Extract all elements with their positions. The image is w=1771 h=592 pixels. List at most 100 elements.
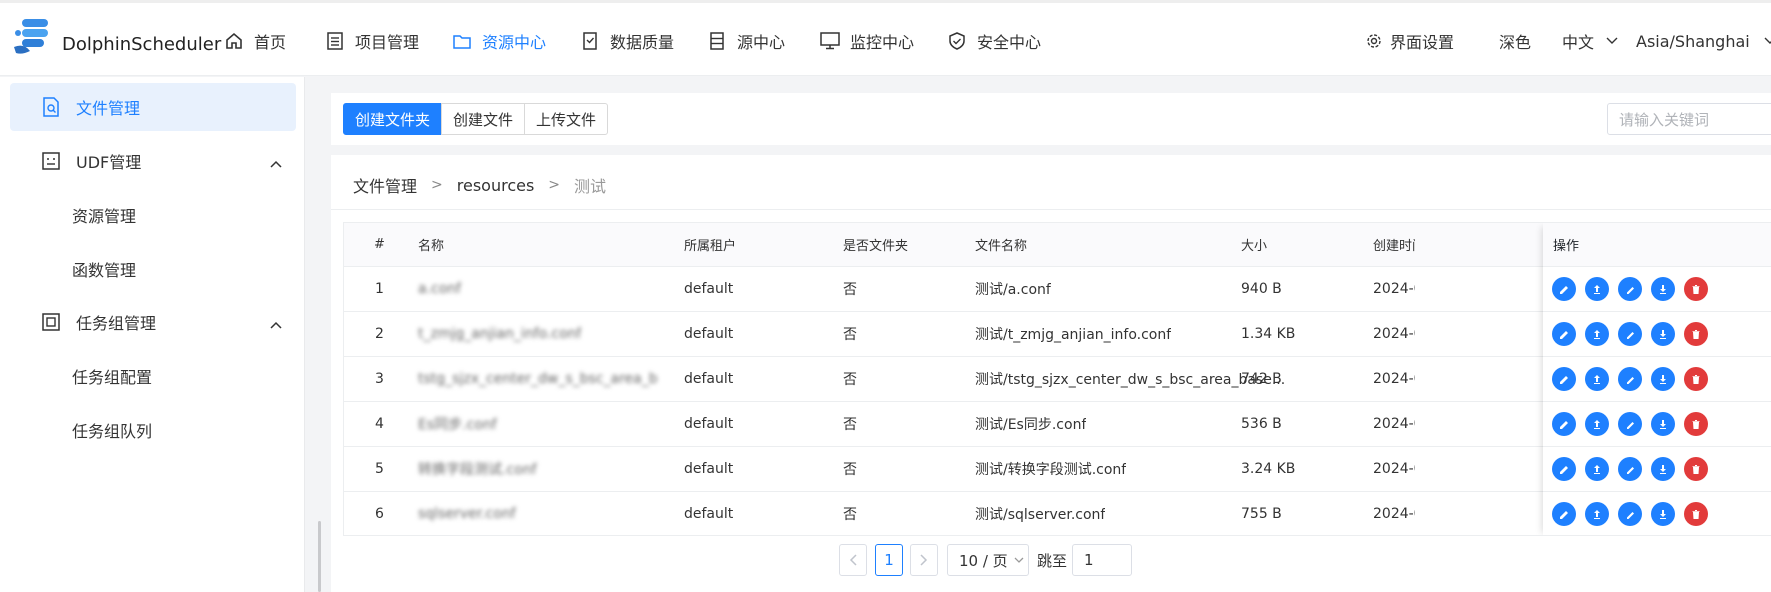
sidebar-item-function-management[interactable]: 函数管理 xyxy=(72,245,136,293)
sidebar-item-file-management[interactable]: 文件管理 xyxy=(10,83,296,131)
upload-button[interactable] xyxy=(1585,457,1609,481)
upload-button[interactable] xyxy=(1585,277,1609,301)
row-index: 4 xyxy=(375,416,384,432)
sidebar-item-udf[interactable]: UDF管理 xyxy=(10,137,296,185)
nav-home[interactable]: 首页 xyxy=(224,3,286,79)
row-size: 742 B xyxy=(1241,371,1282,387)
prev-page-button[interactable] xyxy=(839,544,867,576)
file-name-link[interactable]: t_zmjg_anjian_info.conf xyxy=(418,312,581,356)
edit-button[interactable] xyxy=(1552,322,1576,346)
row-tenant: default xyxy=(684,281,734,297)
delete-button[interactable] xyxy=(1684,322,1708,346)
task-group-icon xyxy=(40,311,62,333)
nav-data-quality-label: 数据质量 xyxy=(610,33,675,52)
sidebar-item-label: 资源管理 xyxy=(72,207,137,226)
download-button[interactable] xyxy=(1651,277,1675,301)
datasource-icon xyxy=(707,31,727,51)
sidebar-item-task-group-queue[interactable]: 任务组队列 xyxy=(72,406,152,454)
nav-projects[interactable]: 项目管理 xyxy=(325,3,419,79)
nav-security[interactable]: 安全中心 xyxy=(947,3,1041,79)
chevron-down-icon xyxy=(1764,37,1771,45)
toolbar-card: 创建文件夹 创建文件 上传文件 请输入关键词 xyxy=(331,93,1771,145)
rename-button[interactable] xyxy=(1618,322,1642,346)
upload-button[interactable] xyxy=(1585,502,1609,526)
sidebar-item-task-group-config[interactable]: 任务组配置 xyxy=(72,352,152,400)
breadcrumb: 文件管理 > resources > 测试 xyxy=(353,173,606,197)
rename-button[interactable] xyxy=(1618,277,1642,301)
download-button[interactable] xyxy=(1651,412,1675,436)
file-name-link[interactable]: 转换字段测试.conf xyxy=(418,447,537,491)
file-name-link[interactable]: a.conf xyxy=(418,267,461,311)
column-header-size: 大小 xyxy=(1241,239,1268,254)
rename-button[interactable] xyxy=(1618,367,1642,391)
file-name-link[interactable]: Es同步.conf xyxy=(418,402,497,446)
nav-projects-label: 项目管理 xyxy=(355,33,420,52)
theme-toggle[interactable]: 深色 xyxy=(1499,3,1531,79)
file-name-link[interactable]: sqlserver.conf xyxy=(418,492,516,535)
edit-icon xyxy=(1560,421,1568,429)
create-file-button[interactable]: 创建文件 xyxy=(441,103,526,135)
app-name: DolphinScheduler xyxy=(62,33,222,55)
sidebar-item-label: 文件管理 xyxy=(76,99,141,118)
create-folder-button[interactable]: 创建文件夹 xyxy=(343,103,443,135)
row-size: 940 B xyxy=(1241,281,1282,297)
file-name-link[interactable]: tstg_sjzx_center_dw_s_bsc_area_base.conf xyxy=(418,357,658,401)
rename-button[interactable] xyxy=(1618,502,1642,526)
nav-resources[interactable]: 资源中心 xyxy=(452,3,546,79)
nav-datasource[interactable]: 源中心 xyxy=(707,3,785,79)
jump-page-input[interactable]: 1 xyxy=(1072,544,1132,576)
language-dropdown[interactable]: 中文 xyxy=(1562,3,1618,79)
download-button[interactable] xyxy=(1651,367,1675,391)
edit-button[interactable] xyxy=(1552,412,1576,436)
download-button[interactable] xyxy=(1651,457,1675,481)
delete-button[interactable] xyxy=(1684,502,1708,526)
download-button[interactable] xyxy=(1651,502,1675,526)
row-created: 2024-0 xyxy=(1373,281,1415,297)
rename-button[interactable] xyxy=(1618,457,1642,481)
page-size-select[interactable]: 10 / 页 xyxy=(947,544,1029,576)
breadcrumb-separator: > xyxy=(548,177,561,193)
file-list-card: 文件管理 > resources > 测试 # 名称 所属租户 是否文件夹 文件… xyxy=(331,155,1771,592)
sidebar-item-resource-management[interactable]: 资源管理 xyxy=(72,191,136,239)
upload-button[interactable] xyxy=(1585,412,1609,436)
nav-resources-label: 资源中心 xyxy=(482,33,547,52)
row-index: 1 xyxy=(375,281,384,297)
nav-monitor[interactable]: 监控中心 xyxy=(820,3,914,79)
rename-button[interactable] xyxy=(1618,412,1642,436)
edit-button[interactable] xyxy=(1552,277,1576,301)
edit-button[interactable] xyxy=(1552,502,1576,526)
next-page-button[interactable] xyxy=(910,544,938,576)
download-button[interactable] xyxy=(1651,322,1675,346)
operations-row xyxy=(1543,402,1771,447)
delete-button[interactable] xyxy=(1684,367,1708,391)
row-created: 2024-0 xyxy=(1373,416,1415,432)
dolphin-logo-icon xyxy=(14,19,48,54)
app-logo[interactable]: DolphinScheduler xyxy=(12,17,221,57)
sidebar-scrollbar[interactable] xyxy=(318,521,321,592)
row-file-path: 测试/Es同步.conf xyxy=(975,417,1087,433)
edit-button[interactable] xyxy=(1552,367,1576,391)
upload-button[interactable] xyxy=(1585,322,1609,346)
nav-data-quality[interactable]: 数据质量 xyxy=(580,3,674,79)
timezone-label: Asia/Shanghai xyxy=(1636,31,1750,51)
page-1-button[interactable]: 1 xyxy=(875,544,903,576)
row-created: 2024-0 xyxy=(1373,461,1415,477)
delete-button[interactable] xyxy=(1684,457,1708,481)
breadcrumb-separator: > xyxy=(431,177,443,193)
breadcrumb-item[interactable]: resources xyxy=(457,176,535,195)
ui-settings-button[interactable]: 界面设置 xyxy=(1366,3,1454,79)
upload-button[interactable] xyxy=(1585,367,1609,391)
sidebar-item-task-group[interactable]: 任务组管理 xyxy=(10,298,296,346)
operations-row xyxy=(1543,267,1771,312)
upload-file-button[interactable]: 上传文件 xyxy=(524,103,609,135)
breadcrumb-item[interactable]: 文件管理 xyxy=(353,173,417,197)
search-input[interactable]: 请输入关键词 xyxy=(1607,103,1771,135)
edit-icon xyxy=(1560,511,1568,519)
edit-button[interactable] xyxy=(1552,457,1576,481)
row-index: 3 xyxy=(375,371,384,387)
delete-button[interactable] xyxy=(1684,412,1708,436)
language-label: 中文 xyxy=(1562,33,1595,52)
delete-button[interactable] xyxy=(1684,277,1708,301)
timezone-dropdown[interactable]: Asia/Shanghai xyxy=(1636,3,1771,79)
column-header-is-folder: 是否文件夹 xyxy=(843,239,909,254)
